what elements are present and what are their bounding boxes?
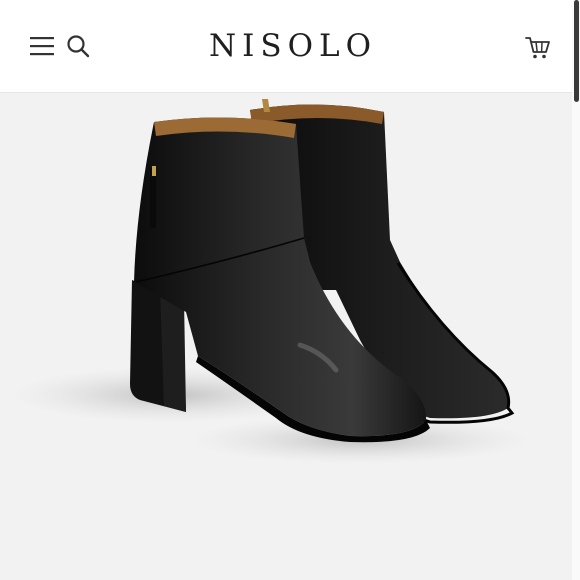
shopping-cart-icon bbox=[525, 37, 550, 59]
product-image bbox=[0, 94, 580, 580]
scrollbar-thumb[interactable] bbox=[574, 0, 579, 102]
brand-logo[interactable]: NISOLO bbox=[0, 26, 580, 66]
product-page: NISOLO bbox=[0, 0, 580, 580]
ankle-boots-illustration bbox=[10, 99, 530, 464]
scrollbar-track[interactable] bbox=[572, 0, 580, 580]
cart-button[interactable] bbox=[524, 34, 552, 62]
site-header: NISOLO bbox=[0, 0, 580, 93]
